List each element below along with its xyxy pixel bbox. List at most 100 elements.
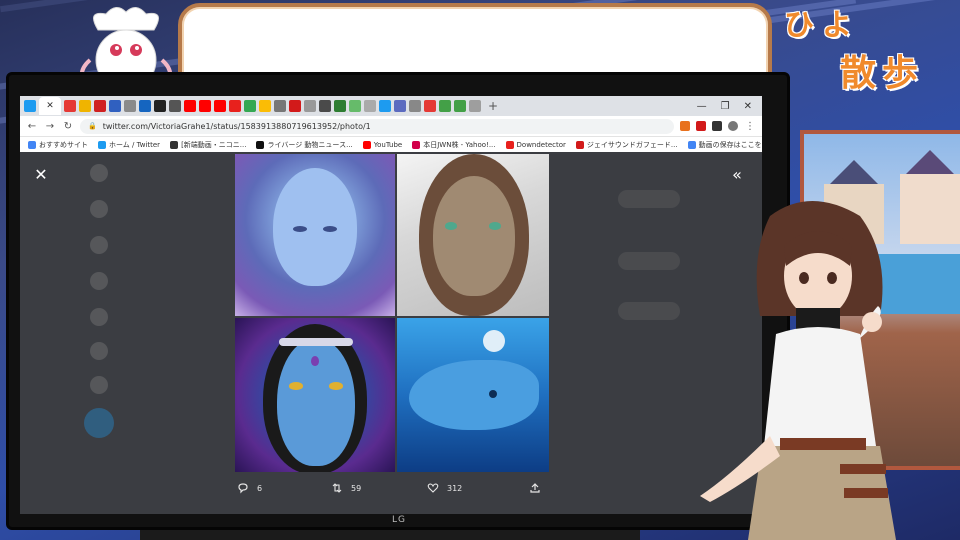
new-tab-button[interactable]: + bbox=[488, 100, 500, 112]
retweet-button[interactable]: 59 bbox=[331, 482, 361, 494]
tab-icon[interactable] bbox=[394, 100, 406, 112]
twitter-photo-viewer: ✕ « 6 59 312 bbox=[20, 152, 762, 514]
bookmark-label: 本日JWN株 - Yahoo!... bbox=[423, 140, 496, 149]
minimize-button[interactable]: — bbox=[697, 101, 707, 112]
bookmark-item[interactable]: 本日JWN株 - Yahoo!... bbox=[412, 140, 496, 150]
tab-icon[interactable] bbox=[139, 100, 151, 112]
url-text: twitter.com/VictoriaGrahe1/status/158391… bbox=[102, 121, 371, 131]
tab-icon[interactable] bbox=[244, 100, 256, 112]
bookmark-icon bbox=[256, 140, 265, 149]
address-bar: ← → ↻ 🔒 twitter.com/VictoriaGrahe1/statu… bbox=[20, 116, 762, 136]
tab-active[interactable]: ✕ bbox=[39, 97, 61, 115]
monitor-brand: LG bbox=[392, 515, 406, 525]
bookmark-label: YouTube bbox=[373, 140, 403, 149]
tab-icon[interactable] bbox=[184, 100, 196, 112]
bookmark-label: [新端動画・ニコニ... bbox=[181, 140, 247, 149]
bookmark-label: ホーム / Twitter bbox=[109, 140, 161, 149]
tab-icon[interactable] bbox=[154, 100, 166, 112]
bookmark-icon bbox=[412, 140, 421, 149]
reply-button[interactable]: 6 bbox=[237, 482, 262, 494]
menu-icon[interactable]: ⋮ bbox=[744, 121, 756, 132]
monitor-stand bbox=[140, 530, 640, 540]
tab-icon[interactable] bbox=[424, 100, 436, 112]
photo-lizard-woman[interactable] bbox=[397, 154, 549, 316]
bookmark-item[interactable]: Downdetector bbox=[505, 140, 566, 149]
forward-button[interactable]: → bbox=[44, 121, 56, 132]
bookmark-item[interactable]: 動画の保存はここをク... bbox=[687, 140, 762, 150]
bookmark-icon bbox=[28, 140, 36, 149]
profile-icon[interactable] bbox=[728, 121, 738, 131]
tab-icon[interactable] bbox=[379, 100, 391, 112]
tab-icon[interactable] bbox=[334, 100, 346, 112]
tab-icon[interactable] bbox=[364, 100, 376, 112]
tab-icon[interactable] bbox=[214, 100, 226, 112]
bookmark-icon bbox=[362, 140, 371, 149]
bookmark-item[interactable]: [新端動画・ニコニ... bbox=[170, 140, 246, 150]
tab-icon[interactable] bbox=[64, 100, 76, 112]
heart-icon bbox=[427, 483, 439, 493]
reply-icon bbox=[238, 483, 248, 494]
window-close-button[interactable]: ✕ bbox=[744, 101, 752, 112]
maximize-button[interactable]: ❐ bbox=[721, 101, 730, 112]
bookmark-item[interactable]: ライバージ 動物ニュース... bbox=[256, 140, 353, 150]
tweet-actions: 6 59 312 bbox=[235, 482, 549, 502]
tab-bar: ✕ + — ❐ ✕ bbox=[20, 96, 762, 116]
share-button[interactable] bbox=[529, 482, 541, 494]
photo-blue-elf[interactable] bbox=[235, 318, 395, 472]
puzzle-icon[interactable] bbox=[712, 121, 722, 131]
bookmark-label: ライバージ 動物ニュース... bbox=[267, 140, 353, 149]
like-count: 312 bbox=[447, 483, 463, 493]
tab-icon[interactable] bbox=[319, 100, 331, 112]
retweet-icon bbox=[332, 483, 342, 493]
bookmark-item[interactable]: おすすめサイト bbox=[28, 140, 88, 150]
tab-icon[interactable] bbox=[169, 100, 181, 112]
bookmarks-bar: おすすめサイト ホーム / Twitter [新端動画・ニコニ... ライバージ 動物… bbox=[20, 136, 762, 152]
tab-icon[interactable] bbox=[109, 100, 121, 112]
tab-icon[interactable] bbox=[349, 100, 361, 112]
bookmark-icon bbox=[98, 140, 106, 149]
extension-icon[interactable] bbox=[696, 121, 706, 131]
bookmark-item[interactable]: YouTube bbox=[362, 140, 403, 149]
like-button[interactable]: 312 bbox=[427, 482, 462, 494]
tab-icon[interactable] bbox=[304, 100, 316, 112]
bookmark-label: Downdetector bbox=[516, 140, 566, 149]
bookmark-label: おすすめサイト bbox=[39, 140, 88, 149]
tab-icon[interactable] bbox=[94, 100, 106, 112]
back-button[interactable]: ← bbox=[26, 121, 38, 132]
tab-icon[interactable] bbox=[454, 100, 466, 112]
vtuber-avatar bbox=[700, 201, 896, 540]
tab-icon[interactable] bbox=[79, 100, 91, 112]
photo-blue-alien[interactable] bbox=[235, 154, 395, 316]
tab-icon[interactable] bbox=[124, 100, 136, 112]
tab-icon[interactable] bbox=[409, 100, 421, 112]
tab-icon[interactable] bbox=[274, 100, 286, 112]
photo-grid bbox=[235, 154, 549, 472]
tab-icon[interactable] bbox=[439, 100, 451, 112]
tab-twitter-icon[interactable] bbox=[24, 100, 36, 112]
reply-count: 6 bbox=[257, 483, 263, 493]
logo-line2: 散歩 bbox=[840, 52, 925, 94]
stream-logo: ひよ 散歩 bbox=[778, 0, 960, 108]
close-icon[interactable]: ✕ bbox=[30, 164, 52, 186]
photo-dolphin[interactable] bbox=[397, 318, 549, 472]
browser-window: ✕ + — ❐ ✕ ← → ↻ 🔒 twitter.com/VictoriaGr… bbox=[20, 96, 762, 514]
url-field[interactable]: 🔒 twitter.com/VictoriaGrahe1/status/1583… bbox=[80, 118, 674, 134]
tab-icon[interactable] bbox=[469, 100, 481, 112]
tab-icon[interactable] bbox=[289, 100, 301, 112]
bookmark-label: ジェイサウンドガフェード... bbox=[586, 140, 678, 149]
bookmark-icon bbox=[170, 140, 179, 149]
bookmark-icon bbox=[505, 140, 514, 149]
bookmark-icon bbox=[575, 140, 584, 149]
tab-icon[interactable] bbox=[259, 100, 271, 112]
window-controls: — ❐ ✕ bbox=[697, 101, 762, 112]
tab-close-icon[interactable]: ✕ bbox=[46, 101, 54, 111]
lock-icon: 🔒 bbox=[88, 122, 97, 130]
bookmark-item[interactable]: ジェイサウンドガフェード... bbox=[575, 140, 678, 150]
extension-icon[interactable] bbox=[680, 121, 690, 131]
tab-icon[interactable] bbox=[229, 100, 241, 112]
logo-line1: ひよ bbox=[784, 8, 860, 43]
tab-icon[interactable] bbox=[199, 100, 211, 112]
reload-button[interactable]: ↻ bbox=[62, 121, 74, 132]
collapse-sidebar-icon[interactable]: « bbox=[726, 164, 748, 186]
bookmark-item[interactable]: ホーム / Twitter bbox=[98, 140, 160, 150]
